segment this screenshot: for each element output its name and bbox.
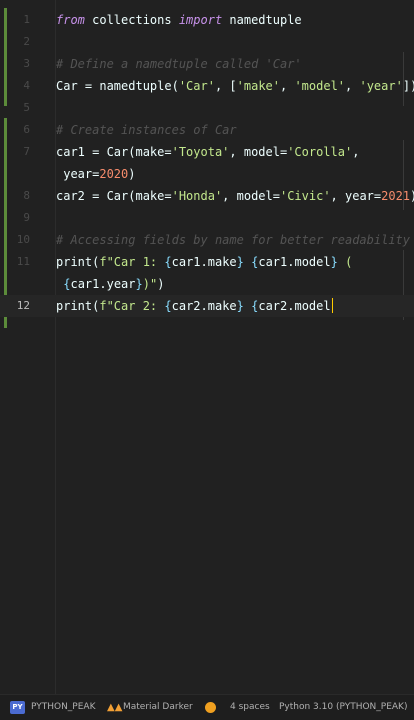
code-token: } [135, 277, 143, 291]
line-code[interactable]: Car = namedtuple('Car', ['make', 'model'… [56, 75, 414, 97]
code-token: )" [142, 277, 158, 291]
code-token: import [178, 13, 223, 27]
project-name[interactable]: PYTHON_PEAK [31, 695, 95, 720]
code-token: # Accessing fields by name for better re… [56, 233, 411, 247]
code-token: } [236, 255, 244, 269]
line-number[interactable]: 4 [0, 75, 30, 97]
line-number[interactable]: 12 [0, 295, 30, 317]
code-token: car1.model [258, 255, 331, 269]
code-token: Car = namedtuple( [56, 79, 179, 93]
code-line[interactable]: 2 [0, 31, 414, 53]
code-token: { [164, 255, 172, 269]
code-token: , [345, 79, 360, 93]
python-interpreter[interactable]: Python 3.10 (PYTHON_PEAK) [279, 695, 407, 720]
code-line[interactable]: 4 Car = namedtuple('Car', ['make', 'model… [0, 75, 414, 97]
code-token: ) [128, 167, 136, 181]
code-token: car2 = Car(make= [56, 189, 172, 203]
line-number[interactable]: 7 [0, 141, 30, 163]
line-code[interactable]: print(f"Car 2: {car2.make} {car2.model [56, 295, 334, 317]
line-code[interactable]: print(f"Car 1: {car1.make} {car1.model} … [56, 251, 352, 273]
status-bar: PY PYTHON_PEAK ▲▲ Material Darker 4 spac… [0, 694, 414, 720]
line-code[interactable]: # Define a namedtuple called 'Car' [56, 53, 302, 75]
code-token: 'year' [359, 79, 403, 93]
code-line[interactable]: 8 car2 = Car(make='Honda', model='Civic',… [0, 185, 414, 207]
code-token: # Create instances of Car [56, 123, 237, 137]
line-number[interactable]: 9 [0, 207, 30, 229]
code-token: car1 = Car(make= [56, 145, 172, 159]
material-theme-icon[interactable]: ▲▲ [107, 702, 122, 713]
code-token: f"Car 2: [99, 299, 165, 313]
line-code-wrapped[interactable]: {car1.year})") [56, 273, 164, 295]
line-code[interactable]: # Create instances of Car [56, 119, 237, 141]
code-token: namedtuple [222, 13, 302, 27]
code-token: ) [410, 189, 414, 203]
line-code-wrapped[interactable]: year=2020) [56, 163, 136, 185]
code-token: 'Car' [178, 79, 215, 93]
code-token: ( [337, 255, 353, 269]
line-number[interactable]: 6 [0, 119, 30, 141]
code-line[interactable]: 3 # Define a namedtuple called 'Car' [0, 53, 414, 75]
code-line[interactable]: 7 car1 = Car(make='Toyota', model='Coroll… [0, 141, 414, 185]
code-line[interactable]: 10 # Accessing fields by name for better … [0, 229, 414, 251]
code-token: year= [56, 167, 100, 181]
code-token: 'make' [236, 79, 280, 93]
code-token: car2.make [171, 299, 237, 313]
code-line[interactable]: 5 [0, 97, 414, 119]
code-token: ]) [402, 79, 414, 93]
code-token: collections [84, 13, 179, 27]
line-number[interactable]: 11 [0, 251, 30, 273]
code-line[interactable]: 6 # Create instances of Car [0, 119, 414, 141]
code-token: } [330, 255, 338, 269]
line-number[interactable]: 3 [0, 53, 30, 75]
indent-setting[interactable]: 4 spaces [230, 695, 270, 720]
line-number[interactable]: 8 [0, 185, 30, 207]
code-token: 'Civic' [279, 189, 331, 203]
line-number[interactable]: 10 [0, 229, 30, 251]
code-token: car1.make [171, 255, 237, 269]
code-token: 2020 [99, 167, 129, 181]
line-number[interactable]: 5 [0, 97, 30, 119]
line-number[interactable]: 1 [0, 9, 30, 31]
code-token: print( [56, 299, 100, 313]
code-token: 'Toyota' [171, 145, 230, 159]
line-number[interactable]: 2 [0, 31, 30, 53]
code-line[interactable]: 1 from collections import namedtuple [0, 9, 414, 31]
code-token: 'Honda' [171, 189, 223, 203]
code-token: f"Car 1: [99, 255, 165, 269]
code-token: , model= [229, 145, 288, 159]
code-line[interactable]: 9 [0, 207, 414, 229]
text-caret [331, 298, 334, 313]
code-token: 'model' [294, 79, 346, 93]
python-project-icon[interactable]: PY [10, 701, 25, 714]
code-token: { [164, 299, 172, 313]
code-token: ) [157, 277, 165, 291]
code-token: , model= [222, 189, 280, 203]
code-token: car1.year [70, 277, 136, 291]
code-token: # Define a namedtuple called 'Car' [56, 57, 302, 71]
line-code[interactable]: car1 = Car(make='Toyota', model='Corolla… [56, 141, 359, 163]
line-code[interactable]: from collections import namedtuple [56, 9, 302, 31]
status-dot-icon[interactable] [205, 702, 216, 713]
code-token: } [236, 299, 244, 313]
code-token: , [ [214, 79, 237, 93]
theme-name[interactable]: Material Darker [123, 695, 193, 720]
code-token: 2021 [381, 189, 411, 203]
code-line[interactable]: 12 print(f"Car 2: {car2.make} {car2.model [0, 295, 414, 317]
code-editor[interactable]: 1 from collections import namedtuple 2 3 # D… [0, 0, 414, 694]
code-token: from [56, 13, 85, 27]
code-token: , [352, 145, 360, 159]
code-token: 'Corolla' [287, 145, 353, 159]
code-line[interactable]: 11 print(f"Car 1: {car1.make} {car1.model… [0, 251, 414, 295]
code-token: print( [56, 255, 100, 269]
line-code[interactable]: # Accessing fields by name for better re… [56, 229, 410, 251]
line-code[interactable]: car2 = Car(make='Honda', model='Civic', … [56, 185, 414, 207]
code-token: , [280, 79, 295, 93]
code-token: , year= [330, 189, 382, 203]
code-token: car2.model [258, 299, 331, 313]
